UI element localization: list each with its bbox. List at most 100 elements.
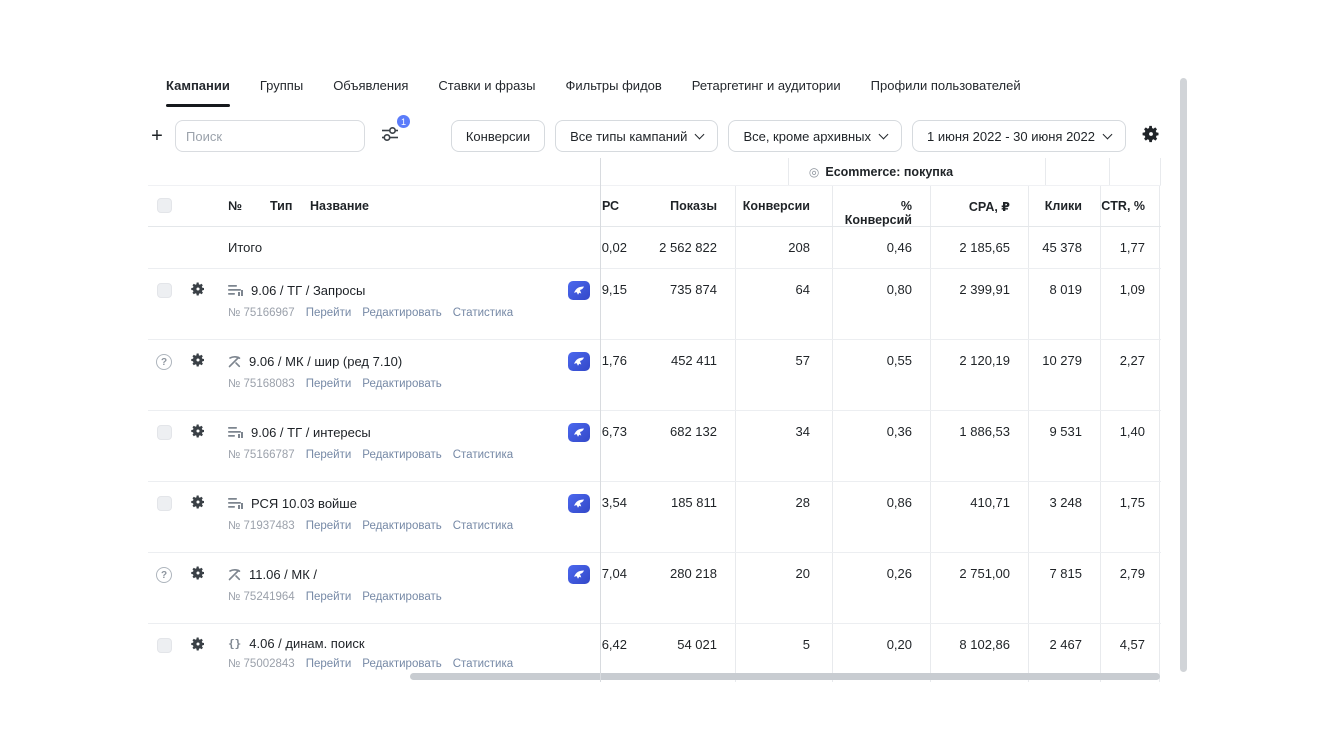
campaign-types-dropdown[interactable]: Все типы кампаний — [555, 120, 718, 152]
campaign-number: № 75166967 — [228, 307, 295, 319]
select-all-checkbox[interactable] — [157, 198, 172, 213]
tab-bids-phrases[interactable]: Ставки и фразы — [438, 78, 535, 107]
cost-cell: 6,73 — [600, 411, 630, 481]
business-badge-icon — [568, 352, 590, 371]
text-campaign-icon — [228, 497, 243, 510]
cpa-cell: 2 751,00 — [930, 553, 1028, 623]
add-campaign-button[interactable]: + — [148, 121, 166, 151]
shows-cell: 452 411 — [630, 340, 735, 410]
campaign-name[interactable]: 9.06 / ТГ / интересы — [251, 425, 371, 440]
row-gear-icon[interactable] — [190, 636, 206, 682]
stats-link[interactable]: Статистика — [453, 449, 513, 461]
campaign-number: № 75002843 — [228, 658, 295, 670]
tab-campaigns[interactable]: Кампании — [166, 78, 230, 107]
go-link[interactable]: Перейти — [306, 378, 352, 390]
archive-filter-label: Все, кроме архивных — [743, 129, 871, 144]
tab-user-profiles[interactable]: Профили пользователей — [871, 78, 1021, 107]
edit-link[interactable]: Редактировать — [362, 378, 441, 390]
tab-retargeting[interactable]: Ретаргетинг и аудитории — [692, 78, 841, 107]
filters-button[interactable]: 1 — [374, 121, 406, 151]
row-gear-icon[interactable] — [190, 281, 206, 339]
campaigns-table: ◎ Ecommerce: покупка № Тип Название РС П… — [148, 158, 1161, 682]
campaign-name[interactable]: 9.06 / МК / шир (ред 7.10) — [249, 354, 402, 369]
ctr-cell: 2,79 — [1100, 553, 1160, 623]
chevron-down-icon — [695, 130, 705, 140]
col-type: Тип — [270, 199, 292, 213]
campaign-name[interactable]: 4.06 / динам. поиск — [249, 636, 364, 651]
shows-cell: 185 811 — [630, 482, 735, 552]
row-checkbox[interactable] — [157, 638, 172, 653]
go-link[interactable]: Перейти — [306, 520, 352, 532]
search-input[interactable] — [175, 120, 365, 152]
campaign-types-label: Все типы кампаний — [570, 129, 687, 144]
chevron-down-icon — [1103, 130, 1113, 140]
col-cpa: CPA, ₽ — [930, 186, 1028, 226]
stats-link[interactable]: Статистика — [453, 658, 513, 670]
row-checkbox[interactable] — [157, 425, 172, 440]
ecommerce-goal-header: ◎ Ecommerce: покупка — [788, 158, 1046, 185]
go-link[interactable]: Перейти — [306, 591, 352, 603]
conv-rate-cell: 0,86 — [832, 482, 930, 552]
conv-rate-cell: 0,36 — [832, 411, 930, 481]
date-range-dropdown[interactable]: 1 июня 2022 - 30 июня 2022 — [912, 120, 1126, 152]
clicks-cell: 8 019 — [1028, 269, 1100, 339]
tab-groups[interactable]: Группы — [260, 78, 303, 107]
totals-cost: 0,02 — [600, 227, 630, 268]
business-badge-icon — [568, 565, 590, 584]
go-link[interactable]: Перейти — [306, 307, 352, 319]
conversions-button[interactable]: Конверсии — [451, 120, 545, 152]
campaign-name[interactable]: 9.06 / ТГ / Запросы — [251, 283, 365, 298]
ctr-cell: 1,40 — [1100, 411, 1160, 481]
table-row: 9.06 / ТГ / Запросы № 75166967 Перейти Р… — [148, 269, 1161, 340]
filter-count-badge: 1 — [397, 115, 410, 128]
col-cost: РС — [600, 186, 630, 226]
ctr-cell: 2,27 — [1100, 340, 1160, 410]
text-campaign-icon — [228, 284, 243, 297]
master-campaign-icon — [228, 355, 241, 368]
table-row: ? 9.06 / МК / шир (ред 7.10) № 75168083 … — [148, 340, 1161, 411]
clicks-cell: 9 531 — [1028, 411, 1100, 481]
archive-filter-dropdown[interactable]: Все, кроме архивных — [728, 120, 902, 152]
tab-feed-filters[interactable]: Фильтры фидов — [565, 78, 661, 107]
clicks-cell: 10 279 — [1028, 340, 1100, 410]
totals-label: Итого — [216, 227, 600, 268]
shows-cell: 682 132 — [630, 411, 735, 481]
help-icon[interactable]: ? — [156, 354, 172, 370]
row-gear-icon[interactable] — [190, 565, 206, 623]
conversions-cell: 20 — [735, 553, 832, 623]
row-gear-icon[interactable] — [190, 494, 206, 552]
edit-link[interactable]: Редактировать — [362, 591, 441, 603]
business-badge-icon — [568, 281, 590, 300]
col-name: Название — [310, 199, 369, 213]
settings-button[interactable] — [1136, 121, 1166, 151]
stats-link[interactable]: Статистика — [453, 307, 513, 319]
row-gear-icon[interactable] — [190, 352, 206, 410]
row-checkbox[interactable] — [157, 496, 172, 511]
go-link[interactable]: Перейти — [306, 449, 352, 461]
cost-cell: 3,54 — [600, 482, 630, 552]
edit-link[interactable]: Редактировать — [362, 307, 441, 319]
row-gear-icon[interactable] — [190, 423, 206, 481]
clicks-cell: 7 815 — [1028, 553, 1100, 623]
go-link[interactable]: Перейти — [306, 658, 352, 670]
text-campaign-icon — [228, 426, 243, 439]
totals-clicks: 45 378 — [1028, 227, 1100, 268]
campaign-name[interactable]: РСЯ 10.03 войше — [251, 496, 357, 511]
date-range-label: 1 июня 2022 - 30 июня 2022 — [927, 129, 1095, 144]
tab-ads[interactable]: Объявления — [333, 78, 408, 107]
totals-cpa: 2 185,65 — [930, 227, 1028, 268]
edit-link[interactable]: Редактировать — [362, 658, 441, 670]
help-icon[interactable]: ? — [156, 567, 172, 583]
stats-link[interactable]: Статистика — [453, 520, 513, 532]
edit-link[interactable]: Редактировать — [362, 520, 441, 532]
vertical-scrollbar-thumb[interactable] — [1180, 78, 1187, 672]
totals-shows: 2 562 822 — [630, 227, 735, 268]
business-badge-icon — [568, 494, 590, 513]
campaign-name[interactable]: 11.06 / МК / — [249, 567, 317, 582]
horizontal-scrollbar-thumb[interactable] — [410, 673, 1160, 680]
conversions-cell: 34 — [735, 411, 832, 481]
edit-link[interactable]: Редактировать — [362, 449, 441, 461]
row-checkbox[interactable] — [157, 283, 172, 298]
cost-cell: 1,76 — [600, 340, 630, 410]
campaign-number: № 75241964 — [228, 591, 295, 603]
